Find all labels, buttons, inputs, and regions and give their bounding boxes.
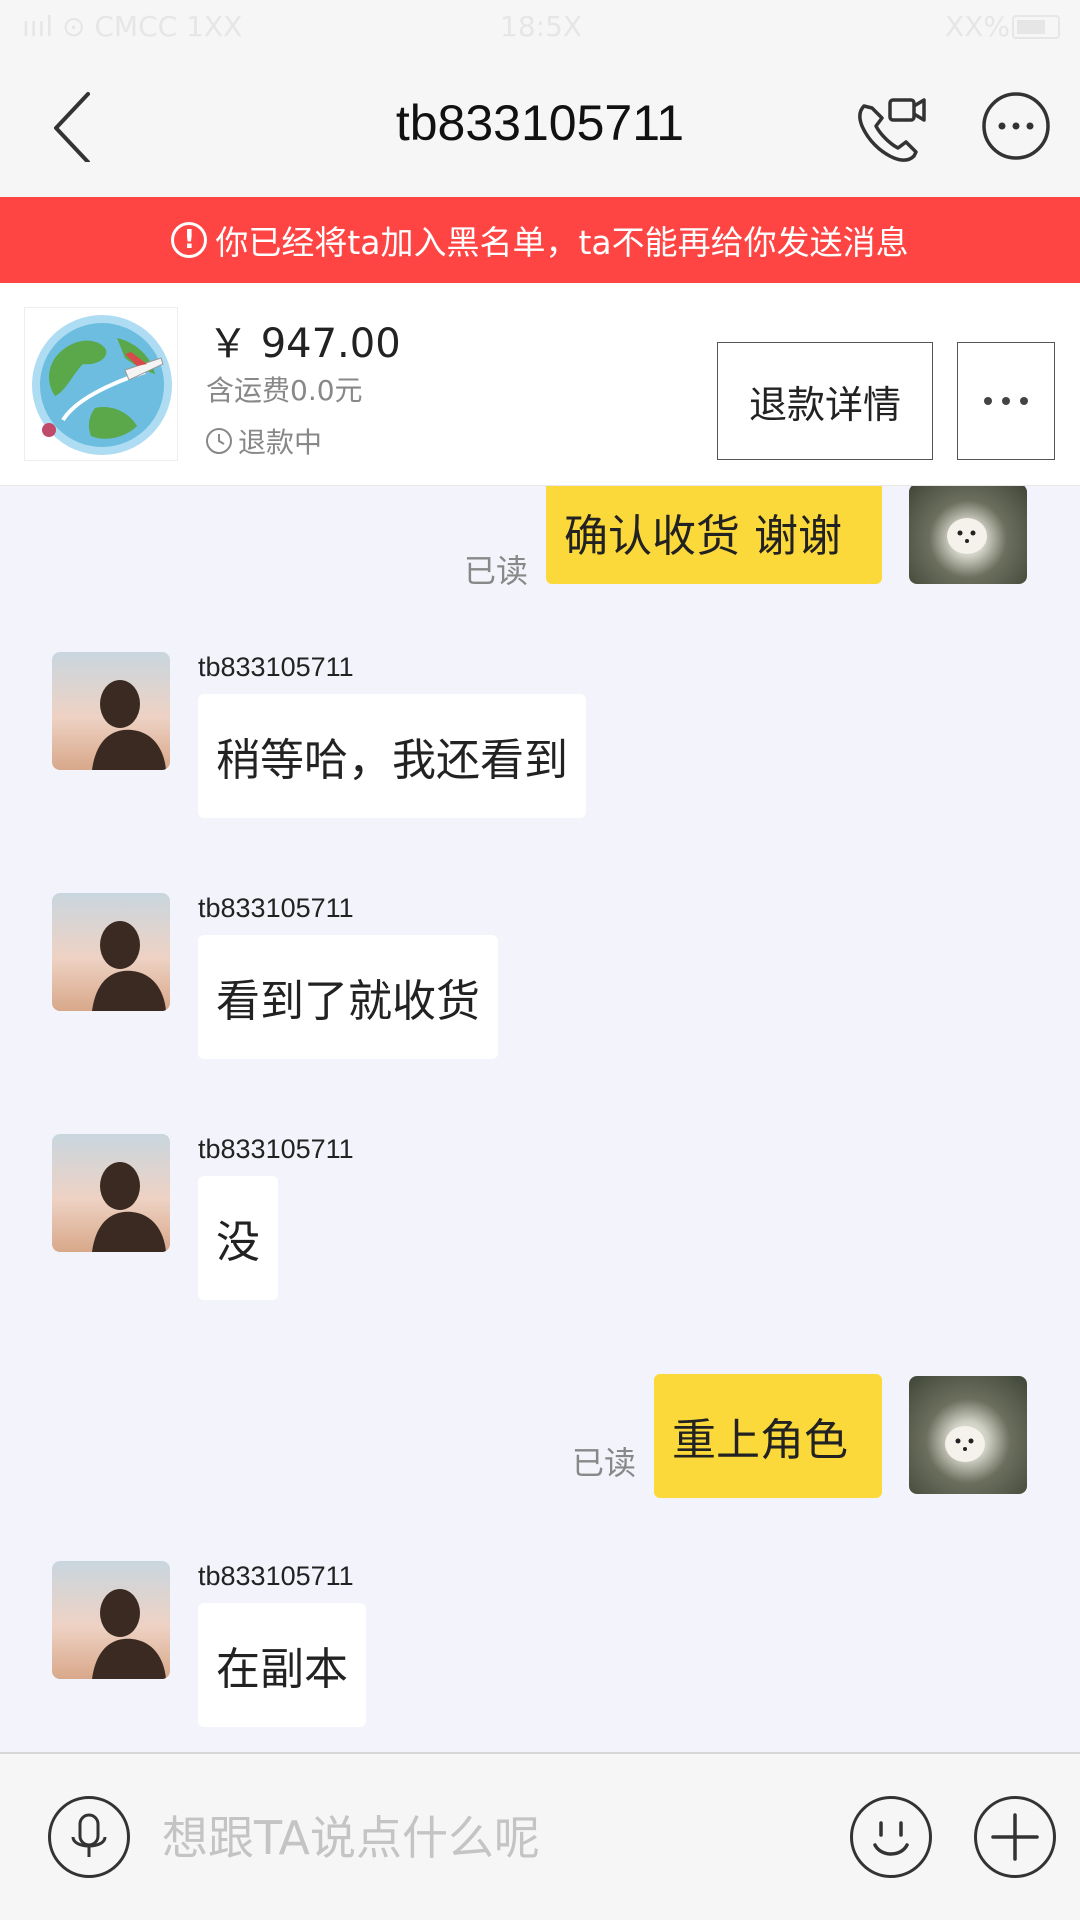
blacklist-banner: ! 你已经将ta加入黑名单，ta不能再给你发送消息: [0, 197, 1080, 283]
contact-avatar[interactable]: [52, 893, 170, 1011]
sender-name: tb833105711: [198, 1561, 354, 1591]
boy-photo: [92, 1589, 166, 1679]
contact-avatar[interactable]: [52, 652, 170, 770]
smiley-icon: [873, 1821, 909, 1856]
page-title: tb833105711: [395, 95, 685, 151]
battery-percent: XX%: [945, 10, 1010, 43]
message-bubble[interactable]: 重上角色: [654, 1374, 882, 1498]
message-bubble[interactable]: 没: [198, 1176, 278, 1300]
message-incoming: tb833105711 没: [0, 1134, 1080, 1314]
message-bubble[interactable]: 看到了就收货: [198, 935, 498, 1059]
boy-photo: [92, 1162, 166, 1252]
order-status: 退款中: [204, 421, 322, 461]
more-icon: [982, 92, 1050, 160]
contact-avatar[interactable]: [52, 1561, 170, 1679]
user-avatar[interactable]: [909, 486, 1027, 584]
refund-details-button[interactable]: 退款详情: [717, 342, 933, 460]
contact-avatar[interactable]: [52, 1134, 170, 1252]
battery-icon: [1012, 15, 1060, 39]
dog-photo: [945, 1426, 985, 1462]
dog-photo: [947, 518, 987, 554]
video-call-button[interactable]: [850, 90, 930, 170]
product-thumbnail[interactable]: [24, 307, 178, 461]
boy-photo: [92, 921, 166, 1011]
globe-airplane-image: [32, 315, 172, 455]
sender-name: tb833105711: [198, 893, 354, 923]
order-price: ￥ 947.00: [208, 321, 401, 367]
message-input[interactable]: [160, 1794, 814, 1882]
status-bar: ıııl ⊙ CMCC 1XX 18:5X XX%: [0, 0, 1080, 52]
back-button[interactable]: [40, 82, 110, 164]
order-card[interactable]: ￥ 947.00 含运费0.0元 退款中 退款详情: [0, 283, 1080, 486]
chevron-left-icon: [54, 92, 90, 164]
user-avatar[interactable]: [909, 1376, 1027, 1494]
chat-screen: ıııl ⊙ CMCC 1XX 18:5X XX% tb833105711 ! …: [0, 0, 1080, 1920]
add-attachment-button[interactable]: [974, 1796, 1056, 1878]
chat-header: tb833105711: [0, 52, 1080, 197]
alert-icon: !: [171, 222, 208, 258]
phone-video-icon: [858, 98, 926, 162]
message-outgoing: 已读 重上角色: [0, 1374, 1080, 1504]
more-dots-icon: [984, 397, 1028, 405]
message-bubble[interactable]: 在副本: [198, 1603, 366, 1727]
order-more-button[interactable]: [957, 342, 1055, 460]
banner-text: 你已经将ta加入黑名单，ta不能再给你发送消息: [215, 223, 909, 262]
more-options-button[interactable]: [980, 90, 1052, 162]
message-outgoing: 已读 确认收货 谢谢: [0, 486, 1080, 596]
message-incoming: tb833105711 在副本: [0, 1561, 1080, 1741]
microphone-icon: [71, 1813, 107, 1857]
message-list[interactable]: 已读 确认收货 谢谢 tb833105711 稍等哈，我还看到 tb833105…: [0, 486, 1080, 1752]
plus-icon: [991, 1813, 1039, 1861]
order-status-text: 退款中: [238, 426, 323, 459]
message-incoming: tb833105711 看到了就收货: [0, 893, 1080, 1073]
read-receipt: 已读: [572, 1444, 637, 1482]
sender-name: tb833105711: [198, 652, 354, 682]
sender-name: tb833105711: [198, 1134, 354, 1164]
shipping-fee: 含运费0.0元: [206, 374, 363, 407]
message-bubble[interactable]: 确认收货 谢谢: [546, 486, 882, 584]
clock-icon: [206, 428, 232, 454]
boy-photo: [92, 680, 166, 770]
message-input-bar: [0, 1752, 1080, 1920]
read-receipt: 已读: [464, 552, 529, 590]
emoji-button[interactable]: [850, 1796, 932, 1878]
clock: 18:5X: [500, 10, 583, 43]
voice-input-button[interactable]: [48, 1796, 130, 1878]
carrier-signal: ıııl ⊙ CMCC 1XX: [22, 10, 243, 43]
message-bubble[interactable]: 稍等哈，我还看到: [198, 694, 586, 818]
message-incoming: tb833105711 稍等哈，我还看到: [0, 652, 1080, 832]
